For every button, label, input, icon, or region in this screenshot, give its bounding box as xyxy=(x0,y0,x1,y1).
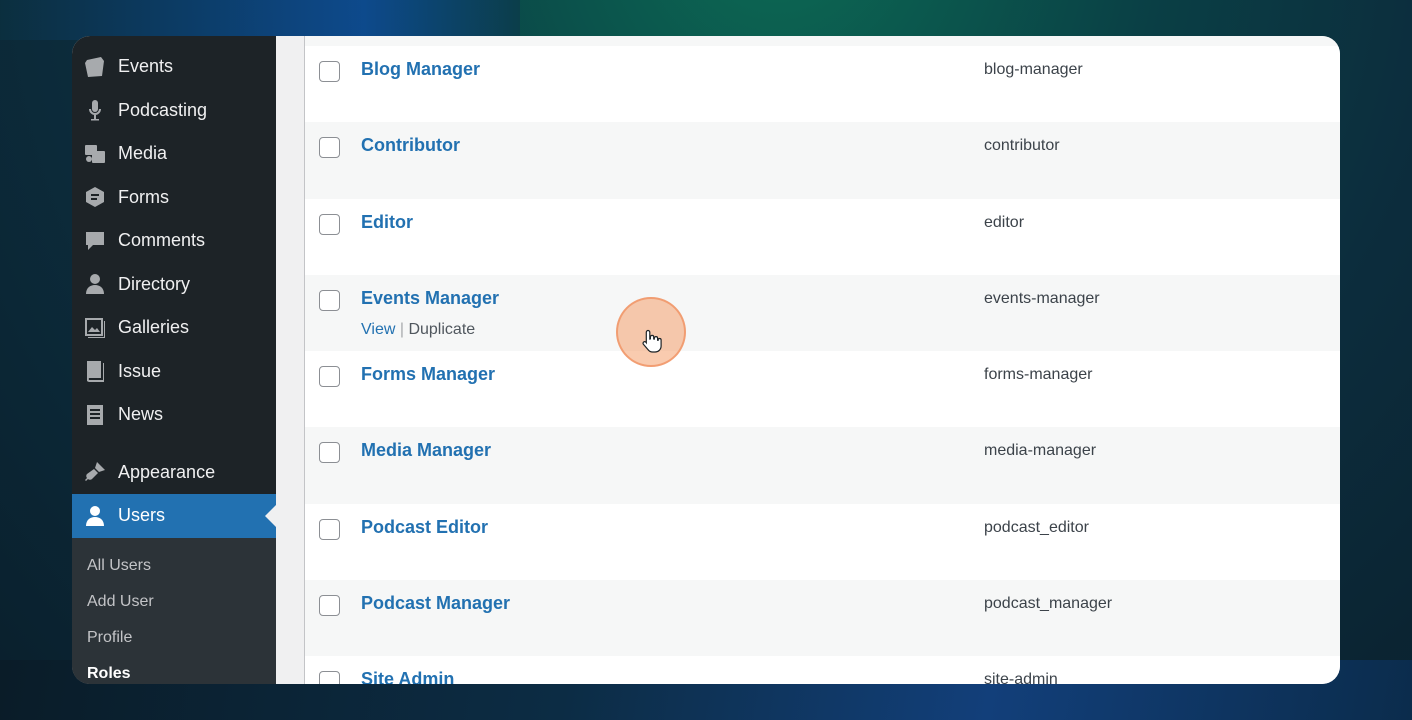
sidebar-item-label: Podcasting xyxy=(118,99,208,120)
sidebar-item-users[interactable]: Users xyxy=(72,494,276,538)
table-row: Forms Manager forms-manager xyxy=(305,351,1340,427)
table-row: Site Admin site-admin xyxy=(305,656,1340,684)
role-slug: site-admin xyxy=(984,671,1058,684)
forms-icon xyxy=(82,184,108,210)
table-row: Blog Manager blog-manager xyxy=(305,46,1340,122)
sidebar-item-label: Forms xyxy=(118,186,169,207)
admin-sidebar: Events Podcasting Media Forms Comments D… xyxy=(72,36,276,684)
browser-window: Events Podcasting Media Forms Comments D… xyxy=(72,36,1340,684)
role-name-link[interactable]: Podcast Editor xyxy=(361,517,488,538)
table-row: Podcast Editor podcast_editor xyxy=(305,504,1340,580)
sidebar-item-events[interactable]: Events xyxy=(72,45,276,89)
paintbrush-icon xyxy=(82,459,108,485)
submenu-item-all-users[interactable]: All Users xyxy=(72,548,276,584)
sidebar-item-news[interactable]: News xyxy=(72,393,276,437)
role-slug: contributor xyxy=(984,137,1060,155)
person-icon xyxy=(82,271,108,297)
role-name-link[interactable]: Events Manager xyxy=(361,288,499,309)
hand-cursor-icon xyxy=(642,329,662,353)
book-icon xyxy=(82,358,108,384)
table-row: Editor editor xyxy=(305,199,1340,275)
sidebar-item-podcasting[interactable]: Podcasting xyxy=(72,89,276,133)
sidebar-item-label: Comments xyxy=(118,230,206,251)
role-slug: forms-manager xyxy=(984,366,1093,384)
action-separator: | xyxy=(399,320,404,338)
row-actions: View | Duplicate xyxy=(361,321,475,339)
table-row: Events Manager View | Duplicate events-m… xyxy=(305,274,1340,352)
sidebar-item-media[interactable]: Media xyxy=(72,132,276,176)
sidebar-item-appearance[interactable]: Appearance xyxy=(72,451,276,495)
role-name-link[interactable]: Media Manager xyxy=(361,440,491,461)
sidebar-item-label: Users xyxy=(118,505,166,526)
sidebar-item-issue[interactable]: Issue xyxy=(72,350,276,394)
calendar-icon xyxy=(82,54,108,80)
role-name-link[interactable]: Site Admin xyxy=(361,669,454,684)
sidebar-item-comments[interactable]: Comments xyxy=(72,219,276,263)
duplicate-link[interactable]: Duplicate xyxy=(408,321,475,338)
comment-icon xyxy=(82,228,108,254)
sidebar-item-forms[interactable]: Forms xyxy=(72,176,276,220)
role-name-link[interactable]: Editor xyxy=(361,212,413,233)
sidebar-item-label: News xyxy=(118,404,164,425)
role-name-link[interactable]: Forms Manager xyxy=(361,364,495,385)
document-icon xyxy=(82,402,108,428)
row-checkbox[interactable] xyxy=(319,61,340,82)
media-icon xyxy=(82,141,108,167)
row-checkbox[interactable] xyxy=(319,671,340,684)
users-icon xyxy=(82,503,108,529)
row-checkbox[interactable] xyxy=(319,366,340,388)
sidebar-item-label: Galleries xyxy=(118,317,190,338)
gallery-icon xyxy=(82,315,108,341)
roles-table: Blog Manager blog-manager Contributor co… xyxy=(304,46,1340,684)
background-top-band xyxy=(0,0,520,40)
table-row: Contributor contributor xyxy=(305,122,1340,199)
sidebar-item-label: Issue xyxy=(118,360,162,381)
submenu-item-add-user[interactable]: Add User xyxy=(72,584,276,620)
submenu-item-roles[interactable]: Roles xyxy=(72,656,276,685)
row-checkbox[interactable] xyxy=(319,442,340,464)
role-slug: events-manager xyxy=(984,289,1100,307)
microphone-icon xyxy=(82,97,108,123)
view-link[interactable]: View xyxy=(361,321,395,338)
main-content: Blog Manager blog-manager Contributor co… xyxy=(276,36,1340,684)
table-row: Podcast Manager podcast_manager xyxy=(305,580,1340,657)
sidebar-item-directory[interactable]: Directory xyxy=(72,263,276,307)
sidebar-item-label: Directory xyxy=(118,273,191,294)
table-top-strip xyxy=(304,36,1340,46)
role-name-link[interactable]: Blog Manager xyxy=(361,59,480,80)
sidebar-item-label: Events xyxy=(118,56,174,77)
table-row: Media Manager media-manager xyxy=(305,427,1340,504)
sidebar-item-label: Media xyxy=(118,143,168,164)
role-slug: podcast_manager xyxy=(984,595,1113,613)
role-slug: media-manager xyxy=(984,442,1097,460)
sidebar-item-galleries[interactable]: Galleries xyxy=(72,306,276,350)
row-checkbox[interactable] xyxy=(319,595,340,617)
row-checkbox[interactable] xyxy=(319,137,340,159)
row-checkbox[interactable] xyxy=(319,213,340,235)
users-submenu: All Users Add User Profile Roles xyxy=(72,537,276,685)
sidebar-item-label: Appearance xyxy=(118,461,216,482)
row-checkbox[interactable] xyxy=(319,518,340,540)
role-slug: podcast_editor xyxy=(984,518,1089,536)
role-name-link[interactable]: Contributor xyxy=(361,135,460,156)
submenu-item-profile[interactable]: Profile xyxy=(72,620,276,656)
role-slug: blog-manager xyxy=(984,61,1083,78)
role-slug: editor xyxy=(984,213,1025,231)
role-name-link[interactable]: Podcast Manager xyxy=(361,593,510,614)
row-checkbox[interactable] xyxy=(319,289,340,311)
